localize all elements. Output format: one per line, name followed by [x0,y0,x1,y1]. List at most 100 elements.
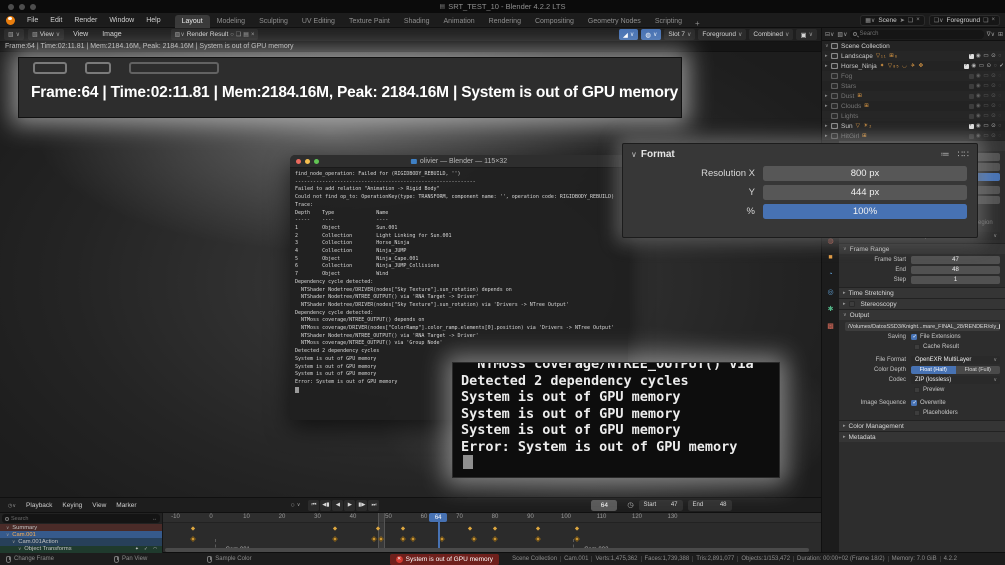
output-section-header[interactable]: ∨Output [839,309,1005,320]
hide-eye-icon[interactable]: ◉ [976,73,981,79]
workspace-tab[interactable]: Modeling [210,15,252,28]
holdout-icon[interactable]: ○ [998,133,1001,139]
holdout-icon[interactable]: ○ [998,93,1001,99]
remove-layer-icon[interactable]: × [991,17,995,23]
hide-eye-icon[interactable]: ◉ [976,93,981,99]
add-workspace-button[interactable]: + [689,19,706,28]
field-value[interactable]: 100% [763,204,967,219]
field-value[interactable]: 800 px [763,166,967,181]
summary-keyframe[interactable] [575,526,579,530]
workspace-tab[interactable]: Rendering [482,15,528,28]
holdout-icon[interactable]: ○ [998,83,1001,89]
outliner-row[interactable]: ▸ Dust ⊞ ◉ ▭ ⊙ ○ [822,91,1005,101]
properties-tab[interactable]: ◎ [823,285,838,298]
menu-item[interactable]: Render [68,15,103,26]
channel-row[interactable]: ∨ Cam.001 [0,531,162,538]
placeholders-checkbox[interactable] [914,410,920,416]
new-scene-icon[interactable]: ❏ [908,17,913,24]
channel-row[interactable]: ∨ Summary [0,524,162,531]
filter-arrows-icon[interactable]: ↔ [152,516,157,522]
keyframe-diamond[interactable] [332,536,338,542]
hide-eye-icon[interactable]: ◉ [976,133,981,139]
keyframe-diamond[interactable] [371,536,377,542]
exclude-checkbox[interactable] [969,74,974,79]
editor-menu[interactable]: Image [97,31,126,38]
hide-eye-icon[interactable]: ◉ [971,63,976,69]
blender-logo-icon[interactable] [6,16,15,25]
timeline-menu[interactable]: Keying [58,502,86,509]
render-disable-icon[interactable]: ⊙ [991,73,996,79]
exclude-checkbox[interactable] [969,134,974,139]
image-datablock[interactable]: ▧∨Render Result○❏▤× [171,29,259,40]
workspace-tab[interactable]: Texture Paint [342,15,397,28]
holdout-icon[interactable]: ○ [998,73,1001,79]
stereoscopy-section-header[interactable]: ▸Stereoscopy [839,298,1005,309]
workspace-tab[interactable]: UV Editing [295,15,342,28]
jump-to-end-button[interactable]: ⏭ [368,500,379,511]
auto-keying-button[interactable]: ○∨ [291,502,301,509]
file-format-dropdown[interactable]: OpenEXR MultiLayer [911,356,1000,364]
render-disable-icon[interactable]: ⊙ [991,123,996,129]
overlay-toggle[interactable]: ◍∨ [641,29,661,40]
timeline-scrollbar[interactable] [165,548,809,552]
keyframe-diamond[interactable] [535,536,541,542]
color-management-section-header[interactable]: ▸Color Management [839,420,1005,431]
render-disable-icon[interactable]: ⊙ [991,113,996,119]
exclude-checkbox[interactable] [969,104,974,109]
properties-tab[interactable]: ◔ [823,268,838,281]
summary-keyframe[interactable] [191,526,195,530]
frame-start-field[interactable]: 47 [911,256,1000,264]
outliner-row[interactable]: Lights ◉ ▭ ⊙ ○ [822,111,1005,121]
playhead[interactable]: 64 [438,513,440,553]
outliner-row[interactable]: ▸ Sun ▽ ☀₂ ◉ ▭ ⊙ ○ [822,121,1005,131]
new-collection-icon[interactable]: ⊞ [998,31,1003,38]
filter-funnel-icon[interactable]: ∇∨ [987,31,995,38]
float-half-button[interactable]: Float (Half) [911,366,956,374]
fake-user-icon[interactable]: ○ [230,32,234,38]
channel-expander-icon[interactable]: ∨ [12,539,15,545]
jump-to-start-button[interactable]: ⏮ [308,500,319,511]
channel-search-input[interactable]: Search↔ [2,514,160,523]
pass-dropdown[interactable]: Combined∨ [749,29,793,40]
terminal-window-controls[interactable] [296,159,319,164]
viewport-disable-icon[interactable]: ▭ [983,53,988,59]
float-full-button[interactable]: Float (Full) [956,366,1001,374]
timeline-menu[interactable]: View [88,502,110,509]
scene-collection-row[interactable]: ∨Scene Collection [822,41,1005,51]
workspace-tab[interactable]: Layout [175,15,210,28]
holdout-icon[interactable]: ○ [998,123,1001,129]
holdout-icon[interactable]: ○ [994,63,997,69]
channel-toggle-icons[interactable]: ✦ ✓ ◠ [135,546,159,552]
timeline-editor-type-button[interactable]: ◷∨ [4,502,20,509]
summary-keyframe[interactable] [401,526,405,530]
time-stretching-section-header[interactable]: ▸Time Stretching [839,287,1005,298]
metadata-section-header[interactable]: ▸Metadata [839,431,1005,442]
terminal-titlebar[interactable]: olivier — Blender — 115×32 [290,155,628,168]
editor-type-button[interactable]: ▧∨ [4,29,24,40]
workspace-tab[interactable]: Animation [437,15,482,28]
editor-menu[interactable]: View [68,31,93,38]
summary-keyframe[interactable] [468,526,472,530]
folder-icon[interactable] [999,324,1000,329]
gizmo-toggle[interactable]: ◢∨ [619,29,638,40]
field-value[interactable]: 444 px [763,185,967,200]
menu-item[interactable]: Window [103,15,140,26]
preview-checkbox[interactable] [914,387,920,393]
keyframe-diamond[interactable] [400,536,406,542]
gpu-error-badge[interactable]: ✕System is out of GPU memory [390,554,499,565]
render-disable-icon[interactable]: ⊙ [991,133,996,139]
prev-keyframe-button[interactable]: ◀▮ [320,500,331,511]
summary-keyframe[interactable] [333,526,337,530]
viewport-disable-icon[interactable]: ▭ [983,83,988,89]
codec-dropdown[interactable]: ZIP (lossless) [911,376,1000,384]
properties-tab[interactable]: ✱ [823,302,838,315]
frame-end-input[interactable]: End48 [688,500,732,511]
new-image-icon[interactable]: ❏ [236,31,241,38]
timeline-body[interactable]: -100102030405060708090100110120130 Cam.0… [0,513,821,553]
stereoscopy-checkbox[interactable] [849,301,855,307]
hide-eye-icon[interactable]: ◉ [976,83,981,89]
channel-row[interactable]: ∨ Object Transforms ✦ ✓ ◠ [0,546,162,553]
properties-tab[interactable]: ▩ [823,319,838,332]
viewport-disable-icon[interactable]: ▭ [983,93,988,99]
filter-mode-icon[interactable]: ▧∨ [837,31,847,38]
